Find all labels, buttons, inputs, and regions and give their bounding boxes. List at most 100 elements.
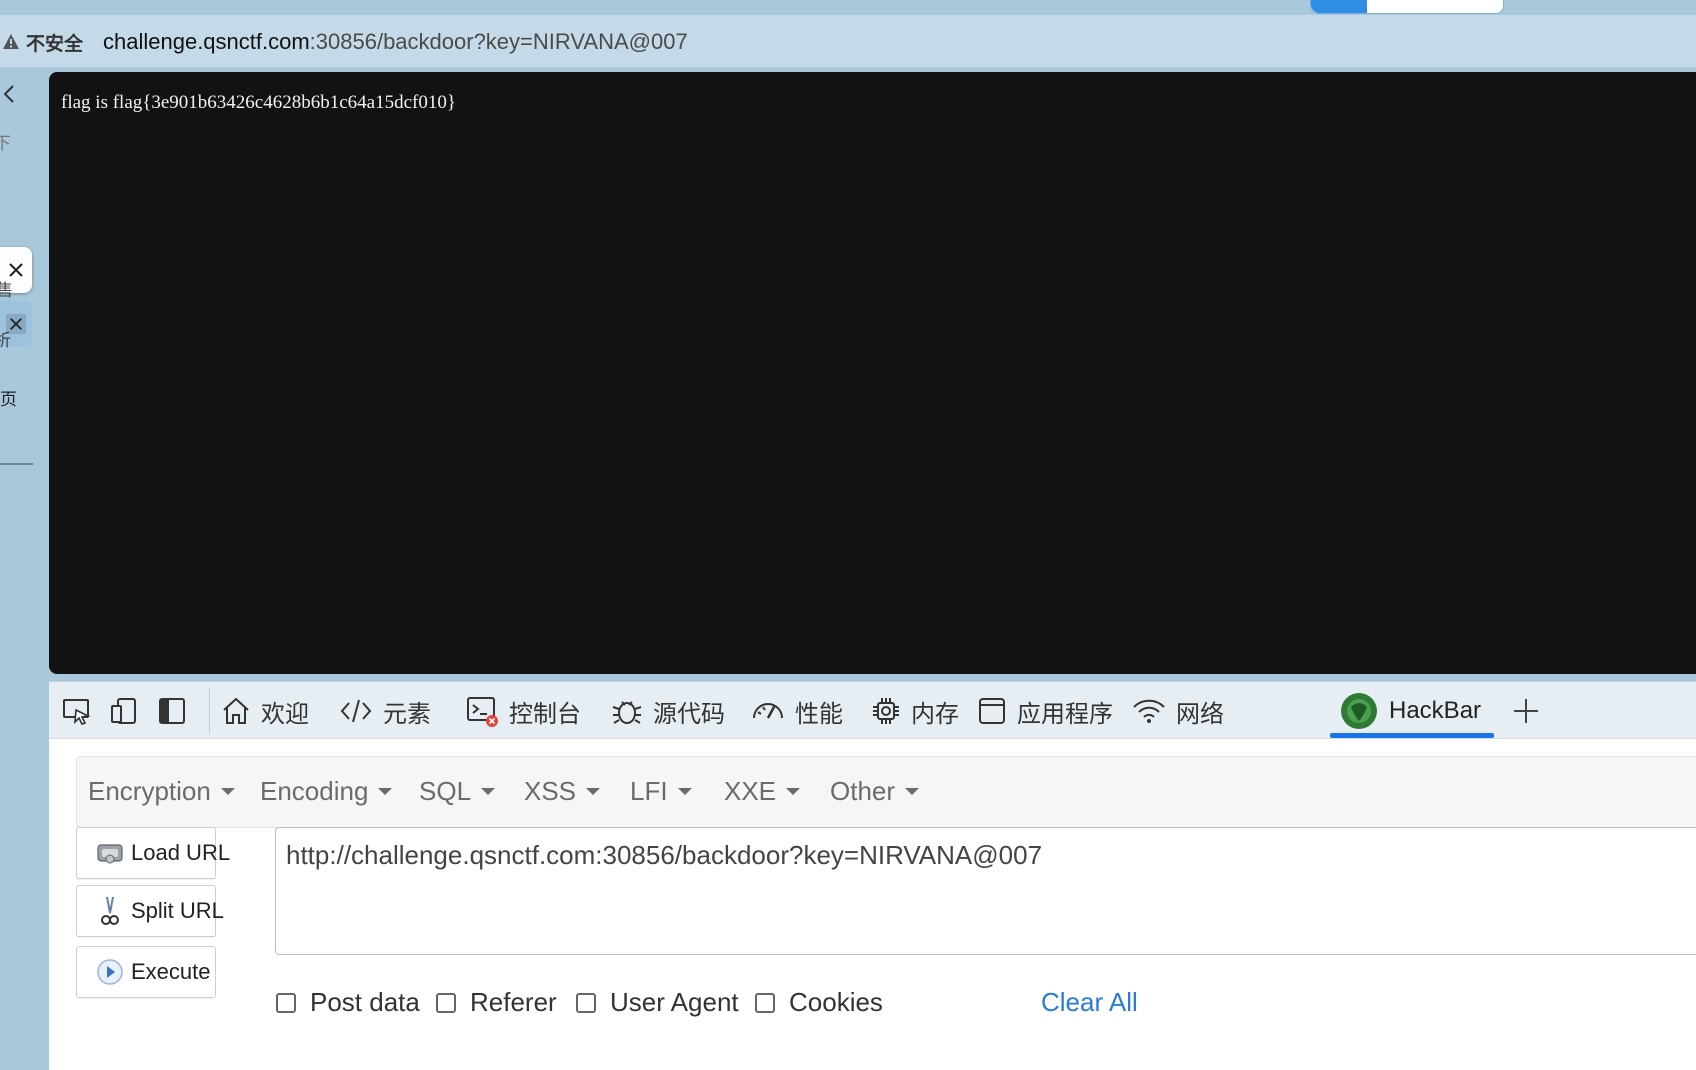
tab-elements-label: 元素 [383,700,431,728]
url-display[interactable]: challenge.qsnctf.com:30856/backdoor?key=… [103,29,688,55]
menu-encoding[interactable]: Encoding [260,776,393,807]
tab-memory[interactable]: 内存 [871,682,959,740]
warning-icon [3,34,19,49]
tab-performance-label: 性能 [795,700,843,728]
tab-console-label: 控制台 [509,700,581,728]
load-icon [97,844,123,864]
menu-lfi-label: LFI [630,776,668,806]
menu-encryption[interactable]: Encryption [88,776,235,807]
bug-icon [612,701,642,724]
browser-tab[interactable] [1310,0,1504,14]
user-agent-label: User Agent [610,987,739,1017]
close-icon [10,318,22,330]
menu-sql[interactable]: SQL [419,776,496,807]
caret-down-icon [586,788,601,795]
code-icon [340,699,372,723]
cookies-checkbox[interactable] [755,992,775,1013]
chip-icon [873,698,899,724]
post-data-checkbox[interactable] [276,992,296,1013]
menu-other[interactable]: Other [830,776,920,807]
side-panel-item: 析 [0,331,11,350]
scissors-icon [101,896,119,925]
load-url-label: Load URL [131,840,231,865]
user-agent-checkbox[interactable] [576,992,596,1013]
referer-option[interactable]: Referer [436,987,557,1018]
tab-sources[interactable]: 源代码 [611,682,725,740]
tab-application[interactable]: 应用程序 [977,682,1113,740]
dock-side-icon[interactable] [157,696,187,726]
menu-lfi[interactable]: LFI [630,776,692,807]
console-icon [467,697,498,727]
menu-sql-label: SQL [419,776,472,806]
tab-network-label: 网络 [1176,700,1224,728]
user-agent-option[interactable]: User Agent [576,987,739,1018]
caret-down-icon [378,788,393,795]
tab-hackbar-label: HackBar [1389,697,1482,724]
page-content-text: flag is flag{3e901b63426c4628b6b1c64a15d… [61,92,456,113]
devtools-panel: 欢迎 元素 控制台 源代码 性能 内存 应用程序 网络 HackBar Encr… [49,681,1696,1070]
tab-welcome[interactable]: 欢迎 [221,682,309,740]
wifi-icon [1133,699,1165,723]
split-url-button[interactable]: Split URL [76,885,224,937]
menu-xxe-label: XXE [724,776,777,806]
gauge-icon [753,703,783,719]
load-url-button[interactable]: Load URL [76,827,230,879]
cookies-option[interactable]: Cookies [755,987,883,1018]
devtools-toolbar: 欢迎 元素 控制台 源代码 性能 内存 应用程序 网络 HackBar [49,681,1696,739]
tab-console[interactable]: 控制台 [465,682,581,740]
caret-down-icon [677,788,692,795]
caret-down-icon [786,788,801,795]
tab-performance[interactable]: 性能 [751,682,843,740]
side-panel: 下 售 析 页 [0,67,48,1070]
url-textarea[interactable]: http://challenge.qsnctf.com:30856/backdo… [275,827,1696,955]
hackbar-logo-icon [1341,693,1377,729]
execute-button[interactable]: Execute [76,946,216,998]
clear-all-link[interactable]: Clear All [1041,987,1138,1018]
caret-down-icon [481,788,496,795]
url-host: challenge.qsnctf.com [103,29,310,54]
menu-xxe[interactable]: XXE [724,776,801,807]
toolbar-separator [209,688,210,734]
post-data-option[interactable]: Post data [276,987,420,1018]
hackbar-menu: Encryption Encoding SQL XSS LFI XXE Othe… [76,756,1696,828]
application-window-icon [979,698,1005,724]
device-emulation-icon[interactable] [109,696,139,726]
title-strip [0,0,1696,15]
post-data-label: Post data [310,987,420,1017]
url-textarea-value: http://challenge.qsnctf.com:30856/backdo… [286,840,1043,870]
browser-tab-accent [1311,0,1367,13]
side-panel-item: 售 [0,281,13,300]
home-icon [223,697,249,724]
execute-label: Execute [131,959,211,984]
security-indicator[interactable]: 不安全 [2,30,84,55]
referer-label: Referer [470,987,557,1017]
page-viewport: flag is flag{3e901b63426c4628b6b1c64a15d… [49,72,1696,674]
tab-hackbar[interactable]: HackBar [1339,682,1481,740]
tab-network[interactable]: 网络 [1132,682,1224,740]
caret-down-icon [220,788,235,795]
side-panel-divider [0,463,33,465]
caret-down-icon [905,788,920,795]
url-path: :30856/backdoor?key=NIRVANA@007 [309,29,688,54]
side-panel-item: 下 [0,134,11,153]
back-chevron-icon[interactable] [2,84,16,104]
side-panel-item: 页 [0,390,17,409]
menu-other-label: Other [830,776,896,806]
cookies-label: Cookies [789,987,883,1017]
active-tab-indicator [1330,733,1494,738]
play-icon [97,959,123,985]
tab-welcome-label: 欢迎 [261,700,309,728]
menu-encryption-label: Encryption [88,776,211,806]
tab-elements[interactable]: 元素 [339,682,431,740]
menu-xss[interactable]: XSS [524,776,601,807]
tab-memory-label: 内存 [911,700,959,728]
plus-icon[interactable] [1511,696,1541,726]
inspect-element-icon[interactable] [62,696,92,726]
security-label: 不安全 [26,33,84,55]
tab-application-label: 应用程序 [1017,700,1113,728]
menu-xss-label: XSS [524,776,577,806]
split-url-label: Split URL [131,898,224,923]
tab-sources-label: 源代码 [653,700,725,728]
referer-checkbox[interactable] [436,992,456,1013]
menu-encoding-label: Encoding [260,776,369,806]
